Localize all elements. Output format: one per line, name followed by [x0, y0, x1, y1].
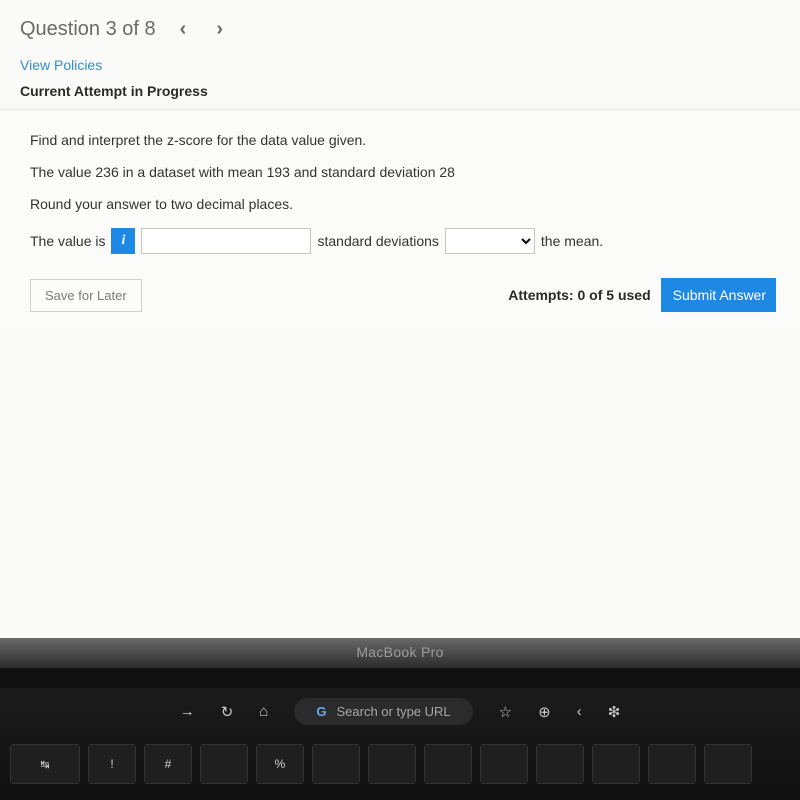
question-body: Find and interpret the z-score for the d…	[0, 109, 800, 332]
sparkle-icon[interactable]: ❇	[608, 703, 621, 721]
star-icon[interactable]: ☆	[499, 703, 512, 721]
key-8	[480, 744, 528, 784]
attempts-text: Attempts: 0 of 5 used	[508, 287, 650, 303]
direction-select[interactable]	[445, 228, 535, 254]
key-6	[368, 744, 416, 784]
answer-row: The value is i standard deviations the m…	[30, 228, 776, 254]
prev-question-button[interactable]: ‹	[174, 18, 193, 41]
answer-mid-text: standard deviations	[317, 233, 438, 249]
chevron-left-icon[interactable]: ‹	[577, 703, 582, 720]
key-1: !	[88, 744, 136, 784]
question-title: Question 3 of 8	[20, 18, 156, 41]
quiz-container: Question 3 of 8 ‹ › View Policies Curren…	[0, 0, 800, 640]
key-3	[200, 744, 248, 784]
question-footer: Save for Later Attempts: 0 of 5 used Sub…	[30, 278, 776, 312]
key-12	[704, 744, 752, 784]
reload-icon[interactable]: ↻	[221, 703, 234, 721]
key-9	[536, 744, 584, 784]
view-policies-link[interactable]: View Policies	[0, 51, 800, 79]
key-tab: ↹	[10, 744, 80, 784]
laptop-hinge	[0, 668, 800, 688]
key-7	[424, 744, 472, 784]
key-11	[648, 744, 696, 784]
question-header: Question 3 of 8 ‹ ›	[0, 0, 800, 51]
laptop-bezel-label: MacBook Pro	[0, 644, 800, 660]
omnibox-placeholder: Search or type URL	[336, 704, 450, 719]
back-icon[interactable]: →	[180, 703, 195, 720]
attempt-status-label: Current Attempt in Progress	[0, 79, 800, 109]
next-question-button[interactable]: ›	[210, 18, 229, 41]
question-line-2: The value 236 in a dataset with mean 193…	[30, 164, 776, 180]
submit-answer-button[interactable]: Submit Answer	[661, 278, 776, 312]
key-5	[312, 744, 360, 784]
key-2: #	[144, 744, 192, 784]
question-line-3: Round your answer to two decimal places.	[30, 196, 776, 212]
add-icon[interactable]: ⊕	[538, 703, 551, 721]
omnibox[interactable]: G Search or type URL	[294, 698, 472, 725]
home-icon[interactable]: ⌂	[259, 703, 268, 720]
key-4: %	[256, 744, 304, 784]
answer-suffix: the mean.	[541, 233, 603, 249]
laptop-bezel: MacBook Pro	[0, 638, 800, 668]
browser-toolbar: → ↻ ⌂ G Search or type URL ☆ ⊕ ‹ ❇	[0, 698, 800, 725]
zscore-input[interactable]	[141, 228, 311, 254]
keyboard-row: ↹ ! # %	[0, 744, 800, 784]
question-line-1: Find and interpret the z-score for the d…	[30, 132, 776, 148]
google-icon: G	[316, 704, 326, 719]
laptop-keyboard: → ↻ ⌂ G Search or type URL ☆ ⊕ ‹ ❇ ↹ ! #…	[0, 688, 800, 800]
footer-right: Attempts: 0 of 5 used Submit Answer	[508, 278, 776, 312]
save-for-later-button[interactable]: Save for Later	[30, 279, 142, 312]
info-icon[interactable]: i	[111, 228, 135, 254]
answer-prefix: The value is	[30, 233, 105, 249]
key-10	[592, 744, 640, 784]
